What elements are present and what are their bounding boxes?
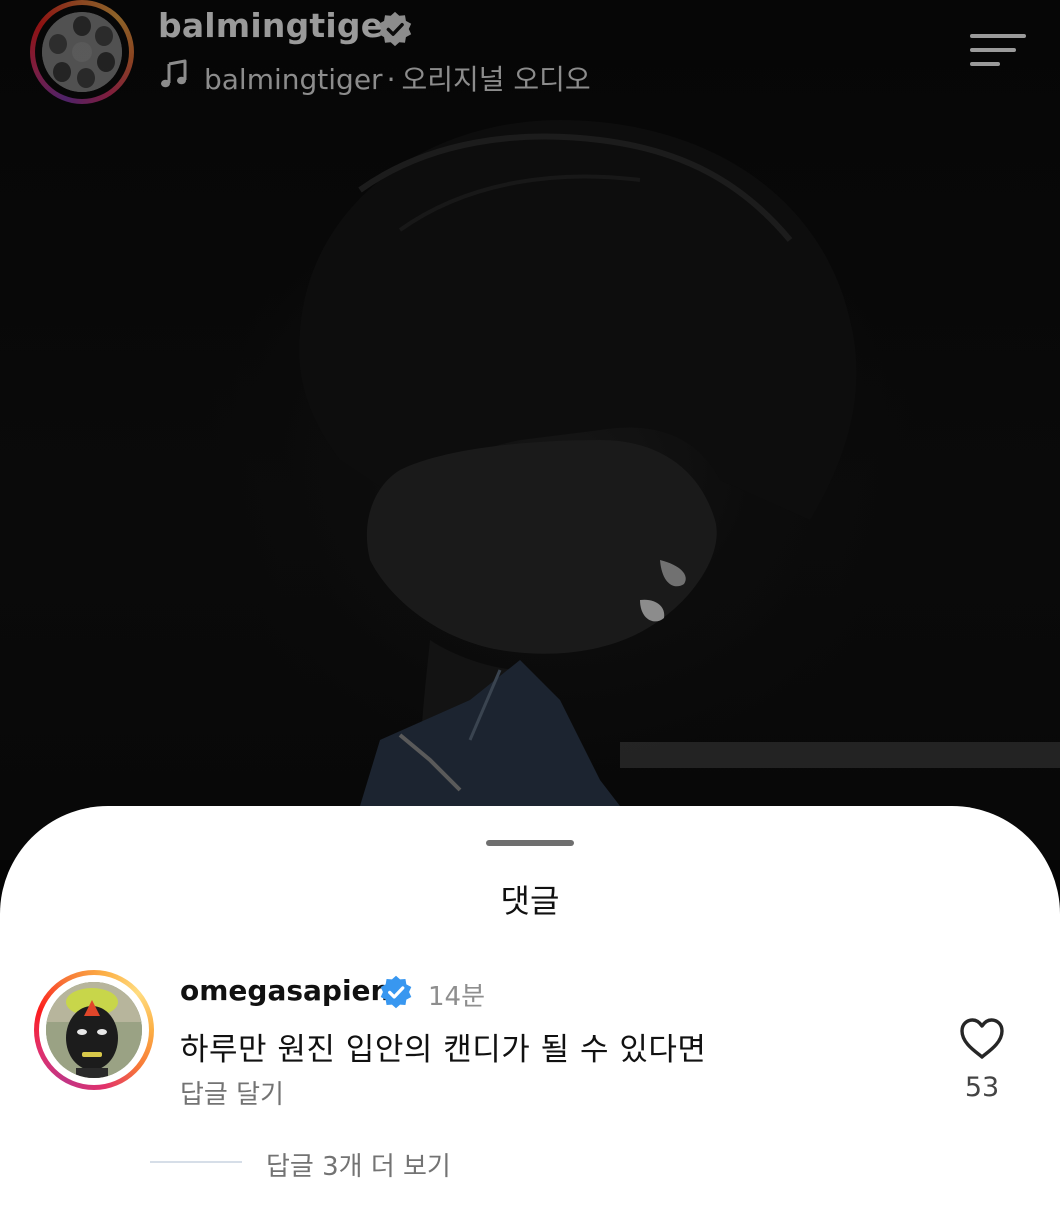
profile-avatar-ring[interactable] — [30, 0, 134, 104]
audio-title: 오리지널 오디오 — [401, 63, 591, 96]
comment-text: 하루만 원진 입안의 캔디가 될 수 있다면 — [180, 1032, 707, 1068]
like-count: 53 — [964, 1072, 1000, 1103]
group-avatar-image — [42, 12, 122, 92]
account-name[interactable]: balmingtiger — [158, 6, 400, 45]
original-audio-link[interactable]: balmingtiger · 오리지널 오디오 — [204, 58, 591, 98]
music-note-icon — [161, 59, 187, 88]
comment-username[interactable]: omegasapien — [180, 974, 390, 1007]
sheet-drag-handle[interactable] — [486, 840, 574, 846]
commenter-avatar-image — [46, 982, 142, 1078]
replies-divider — [150, 1161, 242, 1163]
comment-timestamp: 14분 — [428, 982, 486, 1012]
comment-avatar-ring[interactable] — [34, 970, 154, 1090]
verified-badge-icon — [380, 975, 412, 1009]
profile-avatar-border — [35, 5, 129, 99]
comments-sheet: 댓글 omegasapien 14분 하루만 원진 입안의 캔디가 될 수 있다… — [0, 806, 1060, 1226]
reel-video[interactable] — [0, 0, 1060, 860]
video-frame-image — [299, 120, 1060, 806]
sheet-title: 댓글 — [500, 882, 560, 920]
menu-icon[interactable] — [968, 30, 1028, 70]
audio-artist: balmingtiger — [204, 63, 383, 96]
verified-badge-icon — [378, 11, 412, 47]
avatar — [46, 982, 142, 1078]
view-more-replies-button[interactable]: 답글 3개 더 보기 — [266, 1146, 451, 1183]
reply-button[interactable]: 답글 달기 — [180, 1074, 284, 1111]
avatar — [42, 12, 122, 92]
audio-separator: · — [386, 63, 396, 96]
heart-icon[interactable] — [958, 1016, 1006, 1062]
comment-avatar-border — [39, 975, 149, 1085]
